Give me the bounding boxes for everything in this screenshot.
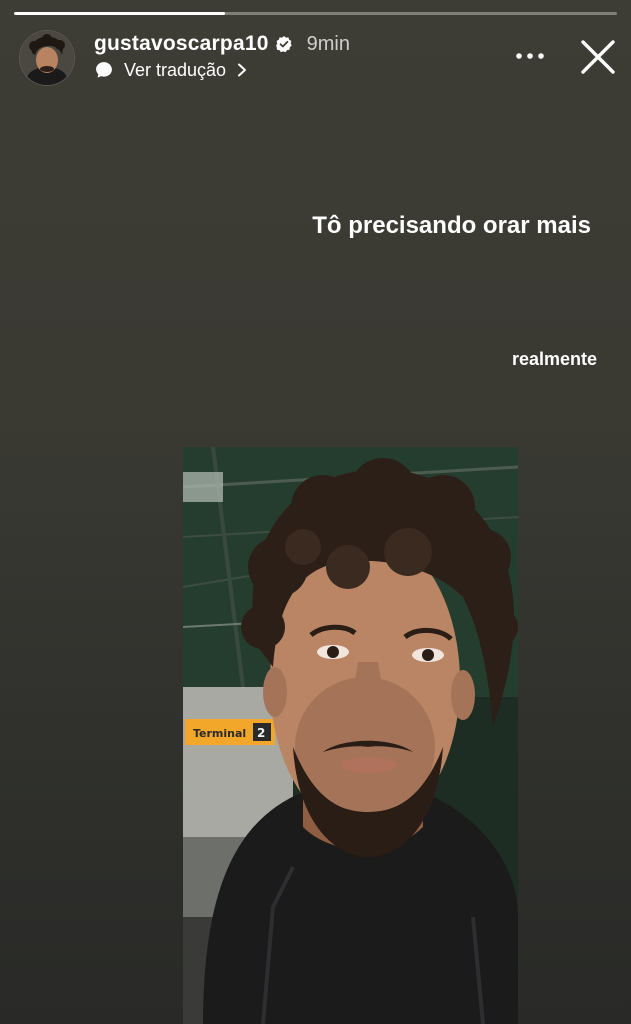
story-header: gustavoscarpa10 9min [94,31,350,57]
translate-label[interactable]: Ver tradução [124,60,226,81]
terminal-sign-label: Terminal [193,727,246,740]
story-progress-bar [14,12,617,15]
story-caption-main: Tô precisando orar mais [312,212,591,239]
terminal-sign-number: 2 [257,726,265,740]
avatar[interactable] [20,31,74,85]
more-options-icon [516,53,544,59]
translate-icon [96,62,112,78]
more-options-button[interactable] [514,44,546,68]
story-progress-fill [14,12,226,15]
close-icon [581,40,615,74]
selfie-photo: Terminal 2 [183,447,518,1024]
verified-badge-icon [275,36,292,53]
chevron-right-icon [238,63,247,77]
story-viewer[interactable]: gustavoscarpa10 9min Ver tradução Tô pre… [0,0,631,1024]
story-caption-secondary: realmente [511,349,597,369]
translate-link[interactable]: Ver tradução [94,58,248,82]
close-button[interactable] [579,38,617,76]
story-photo: Terminal 2 [183,447,518,1024]
story-timestamp: 9min [306,32,350,55]
avatar-image [20,31,74,85]
username[interactable]: gustavoscarpa10 [94,32,269,56]
